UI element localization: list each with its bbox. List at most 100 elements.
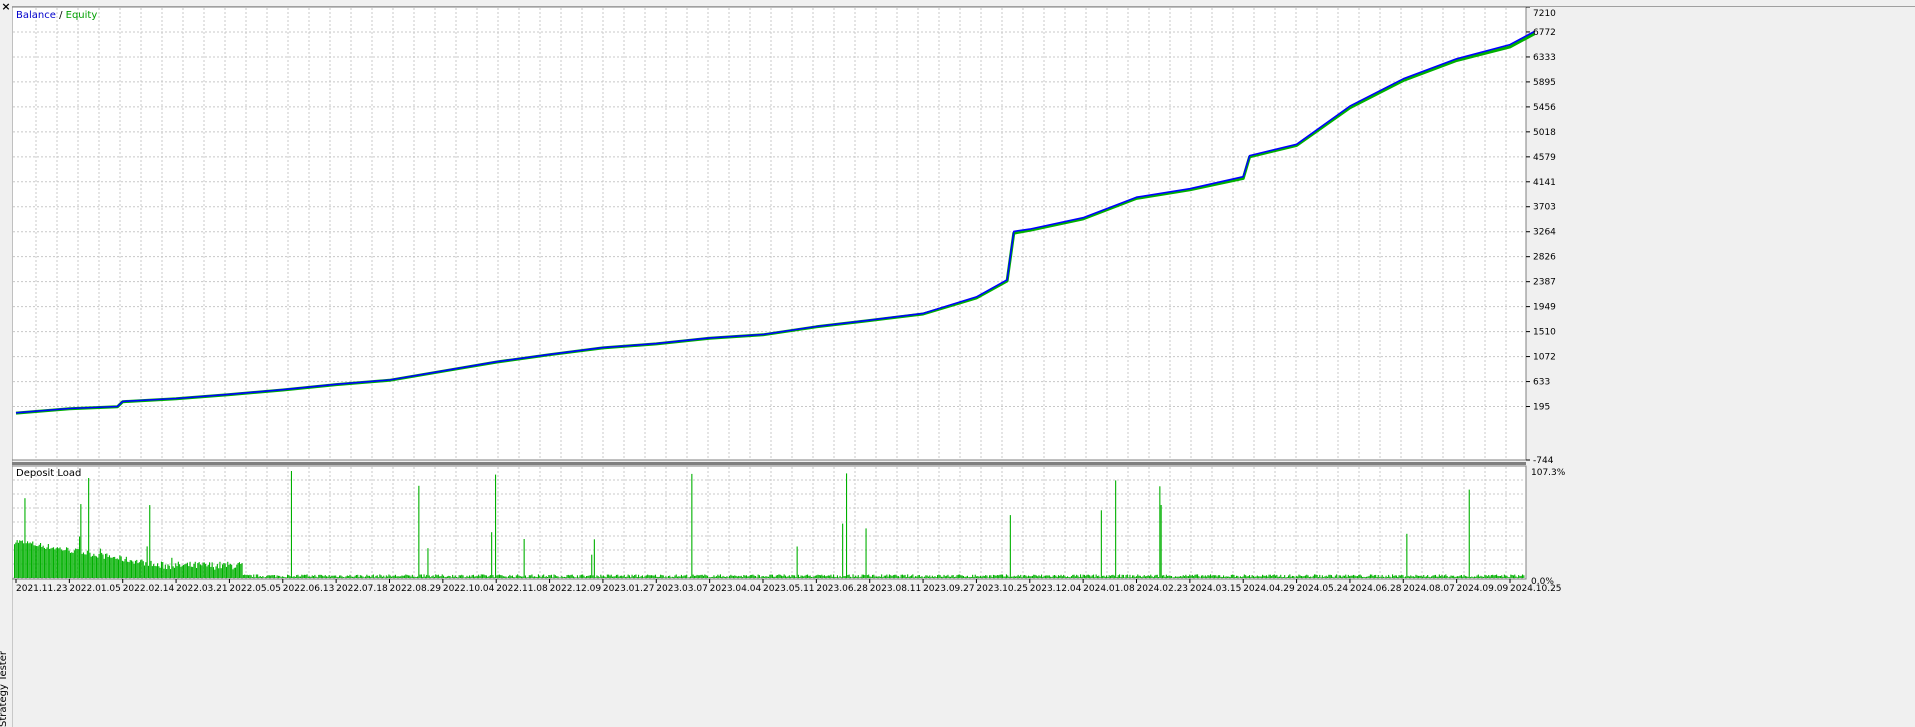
x-tick-label: 2022.10.04 bbox=[443, 584, 495, 594]
deposit-load-bar bbox=[480, 574, 482, 578]
deposit-load-bar bbox=[1070, 576, 1072, 578]
deposit-load-bar bbox=[20, 541, 22, 578]
deposit-load-bar bbox=[1263, 575, 1265, 578]
deposit-load-bar bbox=[1356, 576, 1358, 578]
deposit-load-bar bbox=[176, 566, 178, 578]
deposit-load-bar bbox=[253, 574, 255, 578]
legend-separator: / bbox=[56, 10, 66, 21]
deposit-load-bar bbox=[397, 576, 399, 578]
deposit-load-bar bbox=[582, 574, 584, 578]
deposit-load-bar bbox=[502, 576, 504, 578]
deposit-load-bar bbox=[1492, 574, 1494, 578]
deposit-load-bar bbox=[989, 575, 991, 578]
deposit-load-bar bbox=[1154, 575, 1156, 578]
deposit-load-bar bbox=[859, 577, 861, 578]
x-tick-label: 2022.08.29 bbox=[390, 584, 442, 594]
deposit-load-bar bbox=[693, 575, 695, 578]
deposit-load-bar bbox=[1249, 575, 1251, 578]
deposit-load-bar bbox=[307, 576, 309, 578]
deposit-load-bar bbox=[658, 576, 660, 578]
deposit-load-bar bbox=[955, 576, 957, 578]
y-tick-label: 3703 bbox=[1533, 203, 1556, 213]
deposit-load-bar bbox=[609, 575, 611, 578]
deposit-load-bar bbox=[1295, 576, 1297, 578]
deposit-load-bar bbox=[1148, 576, 1150, 578]
deposit-load-bar bbox=[1216, 576, 1218, 578]
deposit-load-bar bbox=[1180, 576, 1182, 578]
deposit-load-bar bbox=[1290, 576, 1292, 578]
close-icon[interactable]: × bbox=[0, 0, 12, 14]
deposit-load-bar bbox=[1251, 575, 1253, 578]
deposit-load-bar bbox=[1486, 576, 1488, 578]
deposit-load-bar bbox=[245, 574, 247, 578]
deposit-load-bar bbox=[1067, 576, 1069, 578]
deposit-load-bar bbox=[563, 576, 565, 578]
deposit-load-bar bbox=[119, 555, 121, 578]
deposit-load-bar bbox=[47, 544, 49, 578]
deposit-load-bar bbox=[229, 563, 231, 578]
deposit-load-bar bbox=[723, 576, 725, 578]
deposit-load-bar bbox=[1397, 577, 1399, 578]
deposit-load-bar bbox=[17, 542, 19, 578]
deposit-load-bar bbox=[411, 574, 413, 578]
deposit-load-bar bbox=[570, 574, 572, 578]
deposit-load-bar bbox=[508, 576, 510, 578]
deposit-load-bar bbox=[810, 577, 812, 578]
deposit-load-bar bbox=[831, 576, 833, 578]
deposit-load-bar bbox=[782, 576, 784, 578]
deposit-load-bar bbox=[211, 562, 213, 578]
deposit-load-bar bbox=[207, 564, 209, 578]
deposit-load-bar bbox=[626, 576, 628, 578]
deposit-load-bar bbox=[1043, 576, 1045, 578]
deposit-load-bar bbox=[1080, 574, 1082, 578]
deposit-load-bar bbox=[142, 561, 144, 578]
deposit-load-bar bbox=[1021, 577, 1023, 578]
chart-area: -744 195 633 1072 1510 1949 2387 2826 3264 3703 41… bbox=[12, 7, 1566, 594]
deposit-load-bar bbox=[340, 575, 342, 578]
deposit-load-bar bbox=[1250, 577, 1252, 578]
deposit-load-bar bbox=[49, 548, 51, 578]
deposit-load-bar bbox=[59, 547, 61, 578]
deposit-load-bar bbox=[376, 575, 378, 578]
deposit-load-bar bbox=[960, 575, 962, 578]
deposit-load-bar bbox=[830, 574, 832, 578]
deposit-load-bar bbox=[1272, 575, 1274, 578]
deposit-load-bar bbox=[700, 574, 702, 578]
deposit-load-bar bbox=[1514, 574, 1516, 578]
deposit-load-bar bbox=[640, 576, 642, 578]
deposit-load-bar bbox=[774, 576, 776, 578]
deposit-load-bar bbox=[675, 574, 677, 578]
pane-separator[interactable] bbox=[12, 462, 1526, 465]
deposit-load-bar bbox=[667, 576, 669, 578]
deposit-load-bar bbox=[1252, 576, 1254, 578]
deposit-load-bar bbox=[1255, 576, 1257, 578]
deposit-load-bar bbox=[223, 563, 225, 578]
deposit-load-bar bbox=[1150, 574, 1152, 578]
deposit-load-bar bbox=[137, 563, 139, 578]
deposit-load-bar bbox=[1100, 510, 1102, 578]
deposit-load-bar bbox=[1011, 576, 1013, 578]
deposit-load-bar bbox=[173, 567, 175, 578]
deposit-load-bar bbox=[461, 574, 463, 578]
deposit-load-bar bbox=[75, 548, 77, 578]
deposit-load-bar bbox=[944, 576, 946, 578]
deposit-load-bar bbox=[1016, 576, 1018, 578]
deposit-load-bar bbox=[305, 574, 307, 578]
deposit-load-bar bbox=[1329, 574, 1331, 578]
deposit-load-bar bbox=[664, 577, 666, 578]
deposit-load-bar bbox=[1510, 574, 1512, 578]
deposit-load-bar bbox=[1294, 577, 1296, 578]
deposit-load-bar bbox=[1428, 576, 1430, 578]
deposit-load-bar bbox=[1293, 576, 1295, 578]
deposit-load-bar bbox=[1432, 575, 1434, 578]
deposit-load-bar bbox=[1393, 576, 1395, 578]
y-tick-label: 6333 bbox=[1533, 53, 1556, 63]
deposit-load-bar bbox=[183, 565, 185, 578]
deposit-load-bar bbox=[1051, 577, 1053, 578]
deposit-load-bar bbox=[179, 564, 181, 578]
deposit-load-bar bbox=[795, 577, 797, 578]
deposit-load-bar bbox=[1126, 574, 1128, 578]
deposit-load-bar bbox=[734, 575, 736, 578]
deposit-load-bar bbox=[548, 575, 550, 578]
deposit-load-bar bbox=[491, 532, 493, 578]
